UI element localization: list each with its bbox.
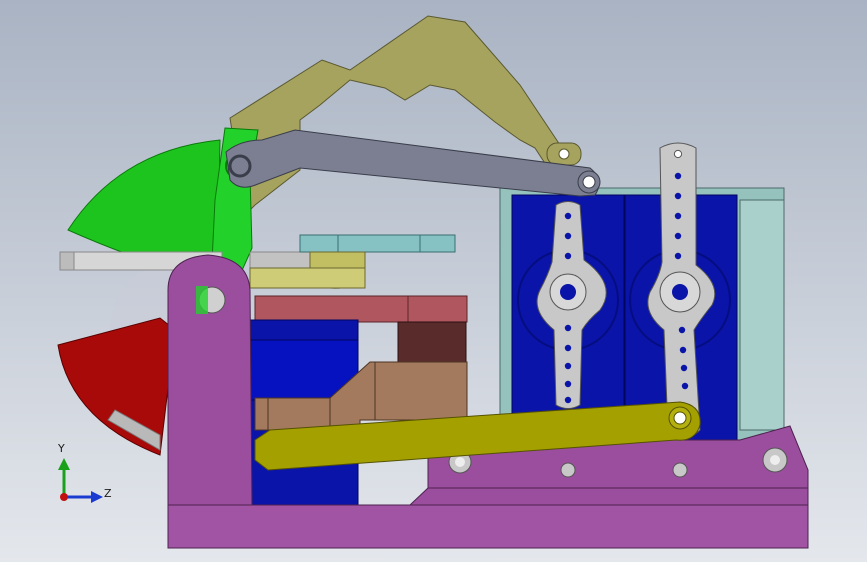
maroon-block: [397, 321, 467, 363]
triad-z-arrow: [91, 491, 103, 503]
cad-viewport[interactable]: Y Z: [0, 0, 867, 562]
magenta-base-plate: [167, 504, 809, 549]
base-screw-2: [560, 462, 576, 478]
olive-spacer: [249, 267, 366, 289]
teal-bar[interactable]: [299, 234, 456, 253]
triad-y-label: Y: [58, 442, 65, 455]
frame-green-pin: [196, 286, 208, 314]
coordinate-triad: [58, 458, 103, 503]
triad-origin: [60, 493, 68, 501]
olive-bracket-hole: [558, 148, 570, 160]
gray-link-hole: [582, 175, 596, 189]
teal-plate-side: [739, 199, 785, 431]
triad-z-label: Z: [104, 487, 112, 500]
yellow-link-hole: [673, 411, 687, 425]
gray-rail-end: [59, 251, 75, 271]
triad-y-arrow: [58, 458, 70, 470]
base-screw-3: [672, 462, 688, 478]
horn-left-screw: [560, 284, 576, 300]
horn-right-screw: [672, 284, 688, 300]
cad-model-view[interactable]: [0, 0, 867, 562]
rose-bar[interactable]: [254, 295, 468, 323]
